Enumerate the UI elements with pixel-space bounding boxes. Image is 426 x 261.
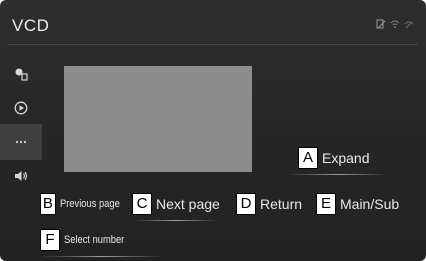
select-number-underline (40, 256, 165, 257)
more-icon (15, 140, 27, 144)
main-sub-button[interactable]: E Main/Sub (316, 193, 399, 215)
main-sub-label: Main/Sub (340, 196, 400, 212)
return-label: Return (260, 196, 303, 212)
sidebar-item-source[interactable] (0, 56, 42, 92)
source-icon (15, 68, 28, 81)
sidebar (0, 56, 42, 206)
select-number-button[interactable]: F Select number (40, 229, 165, 257)
return-button[interactable]: D Return (236, 193, 302, 215)
callout-label-d: D (236, 193, 256, 215)
video-display-area[interactable] (64, 66, 252, 172)
header-divider (8, 44, 418, 45)
callout-label-c: C (132, 193, 152, 215)
sidebar-item-more[interactable] (0, 124, 42, 160)
next-page-label: Next page (156, 196, 220, 212)
next-page-button[interactable]: C Next page (132, 193, 220, 221)
expand-label: Expand (322, 150, 370, 166)
wifi-icon (390, 16, 400, 28)
play-icon (14, 101, 28, 115)
expand-underline (288, 174, 390, 175)
status-icons (376, 16, 414, 29)
callout-label-b: B (40, 193, 56, 215)
sidebar-item-play[interactable] (0, 90, 42, 126)
expand-button[interactable]: A Expand (288, 147, 390, 175)
page-title: VCD (12, 16, 50, 35)
callout-label-e: E (316, 193, 336, 215)
callout-label-a: A (298, 147, 318, 169)
volume-icon (15, 171, 27, 181)
bluetooth-phone-icon (376, 16, 386, 29)
signal-icon (404, 16, 414, 29)
previous-page-label: Previous page (59, 198, 120, 210)
next-page-underline (132, 220, 220, 221)
callout-label-f: F (40, 229, 60, 251)
previous-page-button[interactable]: B Previous page (40, 193, 130, 215)
select-number-label: Select number (64, 234, 125, 246)
vcd-screen: VCD A Expand B Previous page C Next page… (0, 0, 426, 261)
sidebar-item-volume[interactable] (0, 158, 42, 194)
